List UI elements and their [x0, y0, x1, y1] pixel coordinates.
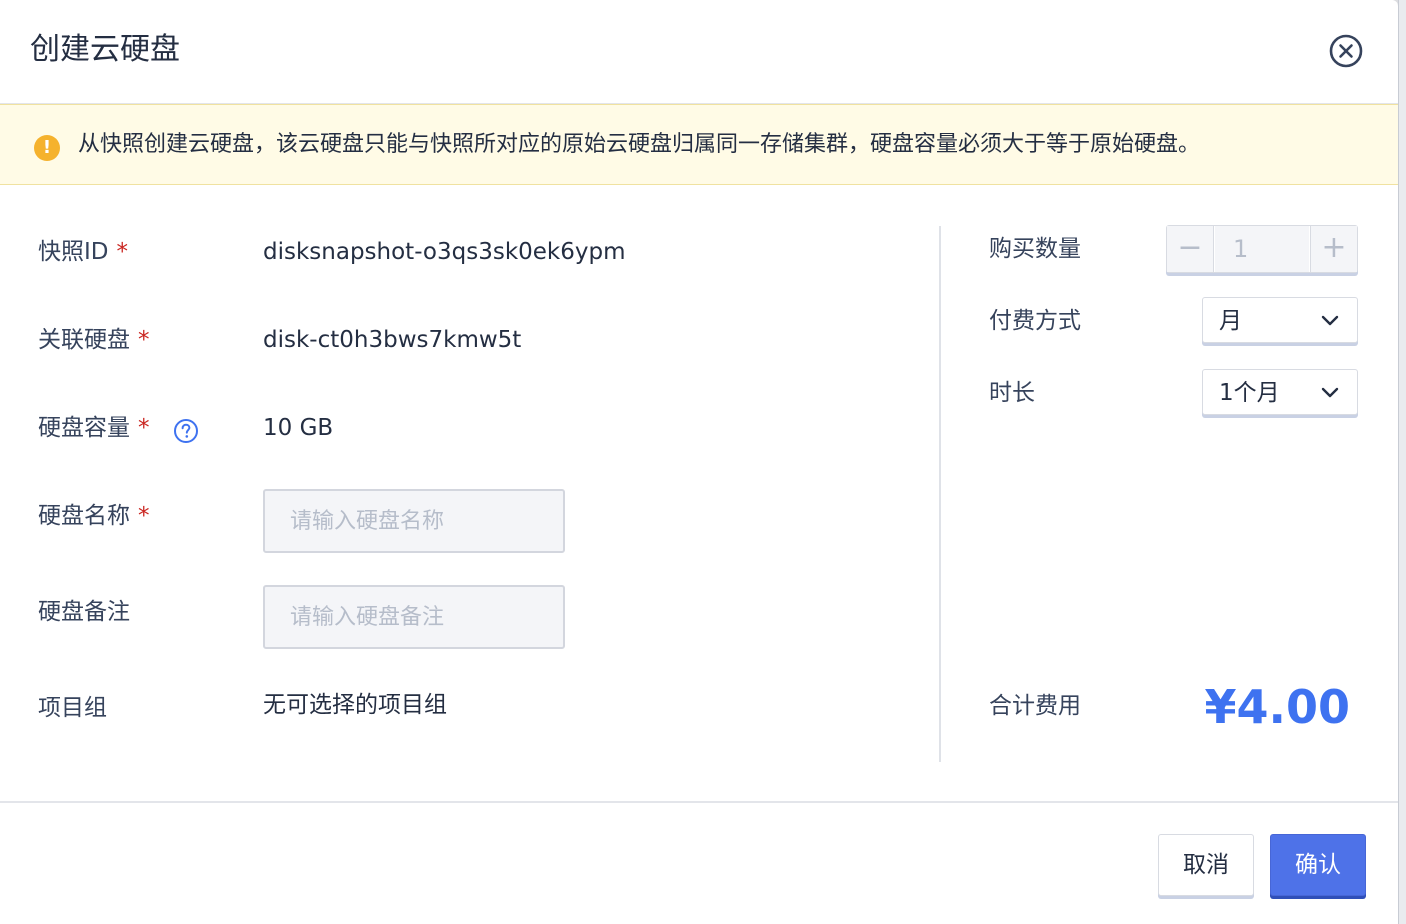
payment-method-select[interactable]: 月 — [1202, 297, 1358, 343]
payment-method-value: 月 — [1219, 308, 1242, 334]
footer-divider — [0, 801, 1398, 803]
disk-note-label: 硬盘备注 — [38, 599, 130, 625]
required-mark: * — [138, 415, 150, 441]
decrement-button[interactable]: − — [1167, 226, 1214, 272]
quantity-label: 购买数量 — [989, 236, 1081, 262]
increment-button[interactable]: + — [1310, 226, 1357, 272]
total-cost-price: ¥4.00 — [1204, 680, 1350, 734]
disk-note-input[interactable] — [263, 585, 565, 649]
snapshot-id-value: disksnapshot-o3qs3sk0ek6ypm — [263, 239, 626, 265]
chevron-down-icon — [1321, 315, 1339, 326]
required-mark: * — [116, 239, 129, 265]
disk-name-input[interactable] — [263, 489, 565, 553]
dialog-header: 创建云硬盘 — [0, 0, 1398, 104]
cancel-button[interactable]: 取消 — [1158, 834, 1254, 896]
dialog-title: 创建云硬盘 — [30, 32, 180, 67]
chevron-down-icon — [1321, 387, 1339, 398]
duration-label: 时长 — [989, 380, 1035, 406]
project-group-label: 项目组 — [38, 695, 107, 721]
related-disk-label: 关联硬盘 * — [38, 327, 150, 353]
project-group-value: 无可选择的项目组 — [263, 692, 447, 718]
confirm-button[interactable]: 确认 — [1270, 834, 1366, 896]
total-cost-label: 合计费用 — [989, 693, 1081, 719]
alert-message: 从快照创建云硬盘，该云硬盘只能与快照所对应的原始云硬盘归属同一存储集群，硬盘容量… — [78, 132, 1201, 157]
duration-select[interactable]: 1个月 — [1202, 369, 1358, 415]
disk-capacity-label: 硬盘容量 * — [38, 415, 150, 441]
question-circle-icon[interactable] — [173, 418, 199, 444]
snapshot-id-label: 快照ID * — [38, 239, 129, 265]
vertical-divider — [939, 226, 941, 762]
quantity-input[interactable] — [1215, 226, 1309, 272]
disk-capacity-value: 10 GB — [263, 415, 334, 441]
quantity-stepper: − + — [1166, 225, 1358, 273]
required-mark: * — [138, 503, 150, 529]
duration-value: 1个月 — [1219, 380, 1280, 406]
disk-name-label: 硬盘名称 * — [38, 503, 150, 529]
related-disk-value: disk-ct0h3bws7kmw5t — [263, 327, 522, 353]
close-icon[interactable] — [1328, 33, 1364, 69]
background-page-edge — [1398, 0, 1406, 924]
exclamation-circle-icon: ! — [34, 135, 60, 161]
required-mark: * — [138, 327, 150, 353]
payment-method-label: 付费方式 — [989, 308, 1081, 334]
create-disk-dialog: 创建云硬盘 ! 从快照创建云硬盘，该云硬盘只能与快照所对应的原始云硬盘归属同一存… — [0, 0, 1398, 924]
